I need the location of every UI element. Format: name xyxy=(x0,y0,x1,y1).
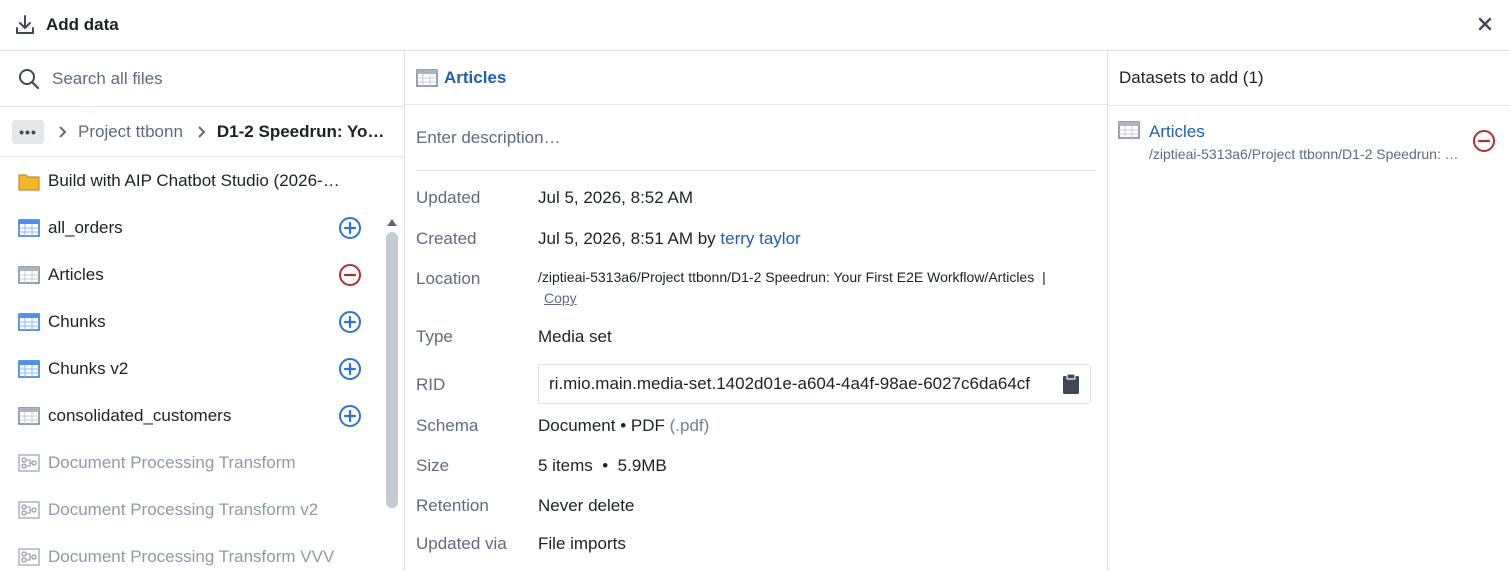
chevron-right-icon xyxy=(58,125,68,139)
updated-row: Updated Jul 5, 2026, 8:52 AM xyxy=(405,188,1107,229)
list-item: Document Processing Transform v2 xyxy=(0,486,404,533)
scrollbar-thumb[interactable] xyxy=(386,232,398,508)
list-item-label: Document Processing Transform xyxy=(48,452,296,472)
dataset-icon xyxy=(18,218,40,237)
scroll-up-arrow-icon[interactable] xyxy=(386,212,398,232)
details-title[interactable]: Articles xyxy=(444,68,506,88)
download-icon xyxy=(14,14,36,36)
description-input[interactable] xyxy=(416,127,1096,148)
schema-extension: (.pdf) xyxy=(669,416,710,435)
close-icon[interactable] xyxy=(1474,13,1496,35)
rid-field[interactable]: ri.mio.main.media-set.1402d01e-a604-4a4f… xyxy=(538,364,1091,404)
list-item[interactable]: Build with AIP Chatbot Studio (2026-… xyxy=(0,157,404,204)
description-row xyxy=(416,105,1096,171)
rid-row: RID ri.mio.main.media-set.1402d01e-a604-… xyxy=(405,364,1107,416)
folder-icon xyxy=(18,171,40,191)
details-panel: Articles Updated Jul 5, 2026, 8:52 AM Cr… xyxy=(405,51,1108,571)
remove-circle-icon[interactable] xyxy=(338,263,362,287)
selected-dataset-path: /ziptieai-5313a6/Project ttbonn/D1-2 Spe… xyxy=(1149,146,1461,162)
list-item[interactable]: all_orders xyxy=(0,204,404,251)
list-item: Document Processing Transform VVV xyxy=(0,533,404,571)
type-value: Media set xyxy=(538,327,612,346)
list-item-label: Document Processing Transform VVV xyxy=(48,546,335,566)
search-bar xyxy=(0,51,404,107)
dataset-icon xyxy=(18,406,40,425)
chevron-right-icon xyxy=(197,125,207,139)
list-item-label: Build with AIP Chatbot Studio (2026-… xyxy=(48,170,340,190)
list-item[interactable]: Articles xyxy=(0,251,404,298)
updated-label: Updated xyxy=(416,188,481,207)
dialog-header: Add data xyxy=(0,0,1510,51)
file-list: Build with AIP Chatbot Studio (2026-… al… xyxy=(0,157,404,571)
list-item-label: Chunks xyxy=(48,311,106,331)
list-item-label: Chunks v2 xyxy=(48,358,129,378)
add-circle-icon[interactable] xyxy=(338,404,362,428)
dialog-title: Add data xyxy=(46,15,119,34)
list-item[interactable]: Chunks xyxy=(0,298,404,345)
datasets-to-add-panel: Datasets to add (1) Articles /ziptieai-5… xyxy=(1108,51,1510,571)
media-set-icon xyxy=(1118,121,1140,139)
breadcrumb-more-button[interactable]: ••• xyxy=(12,119,44,144)
clipboard-icon[interactable] xyxy=(1062,373,1080,395)
list-item-label: consolidated_customers xyxy=(48,405,232,425)
location-value: /ziptieai-5313a6/Project ttbonn/D1-2 Spe… xyxy=(538,269,1035,285)
updated-via-row: Updated via File imports xyxy=(405,534,1107,564)
location-row: Location /ziptieai-5313a6/Project ttbonn… xyxy=(405,269,1107,327)
media-set-icon xyxy=(18,265,40,284)
created-value: Jul 5, 2026, 8:51 AM by xyxy=(538,229,716,248)
details-header: Articles xyxy=(405,51,1107,105)
add-circle-icon[interactable] xyxy=(338,310,362,334)
search-icon xyxy=(18,68,40,90)
transform-icon xyxy=(18,547,40,566)
breadcrumb-current-folder[interactable]: D1-2 Speedrun: Yo… xyxy=(217,122,385,142)
add-circle-icon[interactable] xyxy=(338,216,362,240)
updated-value: Jul 5, 2026, 8:52 AM xyxy=(538,188,693,207)
size-value: 5 items • 5.9MB xyxy=(538,456,667,475)
type-row: Type Media set xyxy=(405,327,1107,364)
transform-icon xyxy=(18,500,40,519)
file-browser-panel: ••• Project ttbonn D1-2 Speedrun: Yo… Bu… xyxy=(0,51,405,571)
retention-label: Retention xyxy=(416,496,489,515)
add-circle-icon[interactable] xyxy=(338,357,362,381)
selected-dataset-name[interactable]: Articles xyxy=(1149,122,1205,142)
remove-circle-icon[interactable] xyxy=(1472,129,1496,153)
selected-dataset-item: Articles /ziptieai-5313a6/Project ttbonn… xyxy=(1108,106,1510,186)
schema-value: Document • PDF xyxy=(538,416,665,435)
retention-row: Retention Never delete xyxy=(405,496,1107,534)
list-item[interactable]: Chunks v2 xyxy=(0,345,404,392)
datasets-to-add-title: Datasets to add (1) xyxy=(1108,51,1510,106)
breadcrumb-project[interactable]: Project ttbonn xyxy=(78,122,183,142)
location-separator: | xyxy=(1042,269,1046,285)
dataset-icon xyxy=(18,312,40,331)
list-item: Document Processing Transform xyxy=(0,439,404,486)
location-label: Location xyxy=(416,269,481,288)
size-label: Size xyxy=(416,456,450,475)
updated-via-value: File imports xyxy=(538,534,626,553)
rid-label: RID xyxy=(416,375,446,394)
schema-label: Schema xyxy=(416,416,479,435)
schema-row: Schema Document • PDF (.pdf) xyxy=(405,416,1107,456)
updated-via-label: Updated via xyxy=(416,534,507,553)
created-by-link[interactable]: terry taylor xyxy=(720,229,800,248)
copy-location-link[interactable]: Copy xyxy=(544,290,577,306)
media-set-icon xyxy=(416,68,438,87)
size-row: Size 5 items • 5.9MB xyxy=(405,456,1107,496)
retention-value: Never delete xyxy=(538,496,635,515)
rid-value: ri.mio.main.media-set.1402d01e-a604-4a4f… xyxy=(549,374,1031,393)
search-input[interactable] xyxy=(52,68,372,89)
created-row: Created Jul 5, 2026, 8:51 AM by terry ta… xyxy=(405,229,1107,269)
created-label: Created xyxy=(416,229,477,248)
transform-icon xyxy=(18,453,40,472)
dataset-icon xyxy=(18,359,40,378)
type-label: Type xyxy=(416,327,453,346)
breadcrumb: ••• Project ttbonn D1-2 Speedrun: Yo… xyxy=(0,107,404,157)
list-item-label: Articles xyxy=(48,264,104,284)
list-item-label: Document Processing Transform v2 xyxy=(48,499,319,519)
list-item[interactable]: consolidated_customers xyxy=(0,392,404,439)
list-item-label: all_orders xyxy=(48,217,123,237)
